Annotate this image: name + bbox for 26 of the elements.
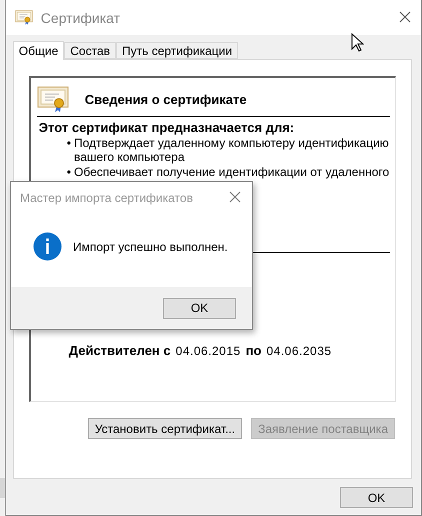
purpose-item: Обеспечивает получение идентификации от удаленного xyxy=(74,165,390,180)
tab[interactable]: Путь сертификации xyxy=(116,42,238,59)
close-button[interactable] xyxy=(229,191,243,205)
tab[interactable]: Состав xyxy=(64,42,116,59)
install-certificate-button[interactable]: Установить сертификат... xyxy=(88,418,242,439)
window-title: Сертификат xyxy=(40,10,122,26)
bullet-mark: • xyxy=(66,165,71,180)
certificate-icon xyxy=(36,86,69,114)
purpose-title: Этот сертификат предназначается для: xyxy=(38,120,296,136)
ok-button[interactable]: OK xyxy=(340,487,413,508)
dialog-message: Импорт успешно выполнен. xyxy=(73,240,228,254)
close-icon xyxy=(399,10,411,22)
certificate-icon xyxy=(14,10,33,26)
info-icon xyxy=(33,232,62,261)
valid-from-label: Действителен с xyxy=(68,343,171,358)
close-button[interactable] xyxy=(399,10,413,24)
valid-to-label: по xyxy=(246,343,262,358)
certificate-heading: Сведения о сертификате xyxy=(84,92,247,108)
tab[interactable]: Общие xyxy=(12,41,64,60)
close-icon xyxy=(229,191,241,203)
bullet-mark: • xyxy=(66,136,71,152)
valid-to-date: 04.06.2035 xyxy=(266,344,332,358)
ok-button[interactable]: OK xyxy=(163,298,236,318)
purpose-item: Подтверждает удаленному компьютеру идентификацию вашего компьютера xyxy=(74,136,390,164)
dialog-title: Мастер импорта сертификатов xyxy=(20,191,194,205)
valid-from-date: 04.06.2015 xyxy=(176,344,241,358)
